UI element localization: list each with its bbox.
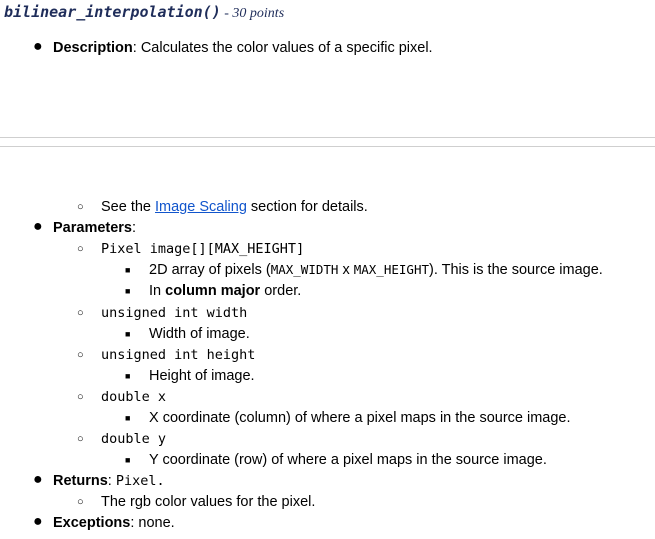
- detail-text: order.: [260, 283, 302, 299]
- detail-text: In: [149, 283, 166, 299]
- bullet-circle-icon: ○: [77, 307, 84, 319]
- param-detail: Y coordinate (row) of where a pixel maps…: [149, 452, 547, 468]
- page-break-divider: [0, 137, 655, 147]
- description-text: : Calculates the color values of a speci…: [132, 40, 433, 56]
- param-detail: 2D array of pixels (MAX_WIDTH x MAX_HEIG…: [149, 260, 603, 280]
- see-before: See the: [101, 199, 156, 215]
- bullet-disc-icon: ●: [33, 218, 43, 235]
- param-signature: double x: [101, 389, 167, 405]
- returns-line: Returns: Pixel.: [53, 471, 165, 491]
- returns-label: Returns: [53, 473, 108, 489]
- see-line: See the Image Scaling section for detail…: [101, 197, 368, 217]
- param-signature: unsigned int height: [101, 347, 256, 363]
- bullet-circle-icon: ○: [77, 433, 84, 445]
- param-detail: Height of image.: [149, 368, 255, 384]
- param-detail: In column major order.: [149, 281, 301, 301]
- image-scaling-link[interactable]: Image Scaling: [155, 199, 247, 215]
- param-detail: X coordinate (column) of where a pixel m…: [149, 410, 571, 426]
- bullet-square-icon: ■: [125, 329, 131, 339]
- description-label: Description: [53, 40, 133, 56]
- exceptions-label: Exceptions: [53, 515, 131, 531]
- param-signature: unsigned int width: [101, 305, 248, 321]
- bullet-square-icon: ■: [125, 413, 131, 423]
- function-title: bilinear_interpolation() - 30 points: [4, 3, 284, 22]
- param-signature: Pixel image[][MAX_HEIGHT]: [101, 241, 305, 257]
- bullet-circle-icon: ○: [77, 349, 84, 361]
- bullet-square-icon: ■: [125, 286, 131, 296]
- bullet-square-icon: ■: [125, 265, 131, 275]
- bullet-square-icon: ■: [125, 455, 131, 465]
- detail-text: 2D array of pixels (: [149, 262, 271, 278]
- description-line: Description: Calculates the color values…: [53, 38, 433, 58]
- detail-text: x: [338, 262, 354, 278]
- see-after: section for details.: [246, 199, 368, 215]
- max-width-const: MAX_WIDTH: [270, 262, 339, 277]
- detail-text: ). This is the source image.: [429, 262, 603, 278]
- exceptions-line: Exceptions: none.: [53, 513, 175, 533]
- bullet-circle-icon: ○: [77, 201, 84, 213]
- returns-colon: :: [107, 473, 116, 489]
- exceptions-text: : none.: [130, 515, 175, 531]
- parameters-line: Parameters:: [53, 218, 136, 238]
- column-major-text: column major: [165, 283, 261, 299]
- bullet-circle-icon: ○: [77, 243, 84, 255]
- points-label: - 30 points: [220, 6, 285, 21]
- bullet-disc-icon: ●: [33, 471, 43, 488]
- returns-type: Pixel.: [115, 473, 165, 489]
- param-signature: double y: [101, 431, 167, 447]
- parameters-colon: :: [132, 220, 137, 236]
- bullet-circle-icon: ○: [77, 496, 84, 508]
- param-detail: Width of image.: [149, 326, 250, 342]
- returns-detail: The rgb color values for the pixel.: [101, 494, 316, 510]
- bullet-square-icon: ■: [125, 371, 131, 381]
- function-name: bilinear_interpolation(): [4, 3, 221, 21]
- max-height-const: MAX_HEIGHT: [353, 262, 429, 277]
- parameters-label: Parameters: [53, 220, 132, 236]
- bullet-disc-icon: ●: [33, 38, 43, 55]
- bullet-disc-icon: ●: [33, 513, 43, 530]
- bullet-circle-icon: ○: [77, 391, 84, 403]
